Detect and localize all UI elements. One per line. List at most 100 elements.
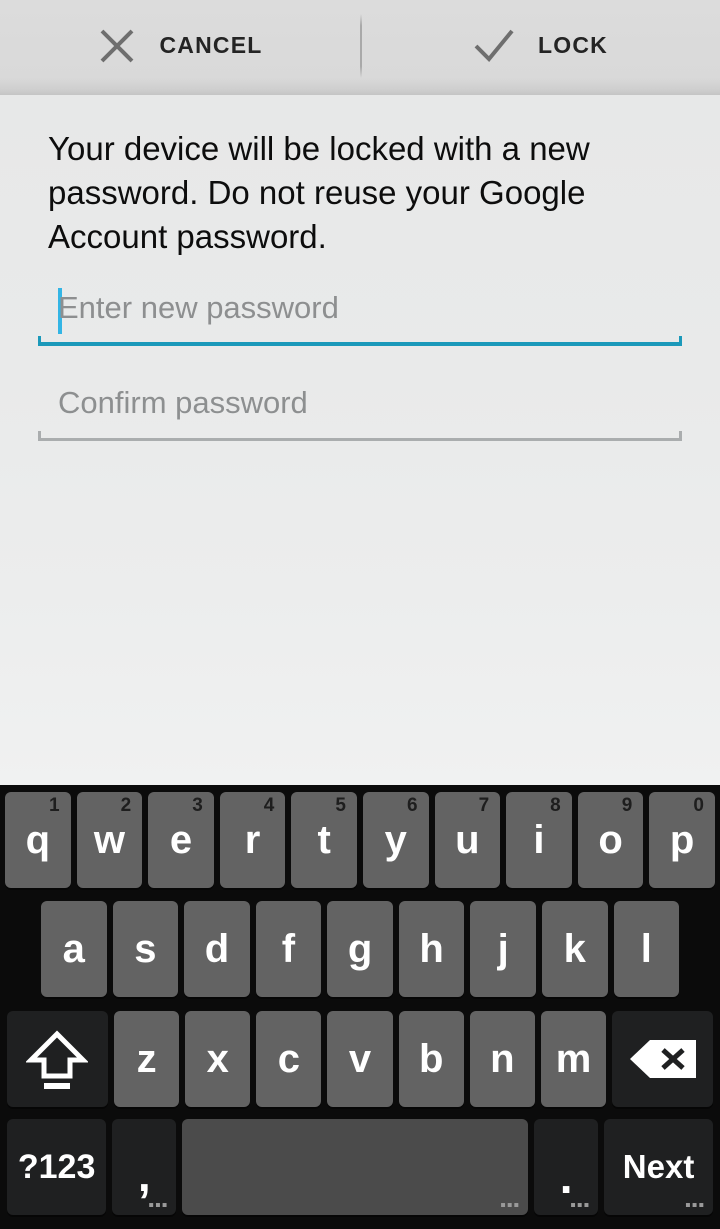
shift-icon [26, 1026, 89, 1092]
key-z[interactable]: z [113, 1011, 180, 1107]
backspace-key[interactable] [612, 1011, 714, 1107]
key-s[interactable]: s [112, 901, 179, 997]
key-z-label: z [136, 1036, 157, 1081]
key-i-label: i [533, 817, 545, 862]
key-b[interactable]: b [398, 1011, 464, 1107]
key-m-label: m [555, 1036, 592, 1081]
action-bar: CANCEL LOCK [0, 0, 720, 95]
key-g[interactable]: g [327, 901, 393, 997]
keyboard-row-2: a s d f g h j k l [0, 893, 720, 1003]
key-r-sup: 4 [263, 795, 275, 816]
key-y-sup: 6 [406, 795, 418, 816]
key-d[interactable]: d [184, 901, 250, 997]
key-k[interactable]: k [541, 901, 608, 997]
lock-button[interactable]: LOCK [360, 0, 720, 91]
key-n-label: n [490, 1036, 515, 1081]
key-t-sup: 5 [335, 795, 346, 816]
cancel-button-label: CANCEL [159, 32, 263, 58]
comma-key[interactable]: , ▪▪▪ [112, 1119, 177, 1215]
comma-key-hint: ▪▪▪ [148, 1197, 169, 1214]
android-screen: CANCEL LOCK Your device will be locked w… [0, 0, 720, 1229]
period-key-label: . [559, 1151, 573, 1203]
key-p[interactable]: 0p [649, 792, 715, 888]
key-k-label: k [563, 926, 586, 971]
key-s-label: s [134, 926, 157, 971]
new-password-placeholder: Enter new password [58, 290, 339, 325]
key-e-sup: 3 [192, 795, 203, 816]
key-a[interactable]: a [41, 901, 107, 997]
lock-button-label: LOCK [538, 32, 608, 58]
confirm-password-field[interactable]: Confirm password [38, 375, 682, 441]
key-e[interactable]: 3e [148, 792, 214, 888]
key-i-sup: 8 [550, 795, 561, 816]
key-t-label: t [317, 817, 331, 862]
key-q-sup: 1 [49, 795, 60, 816]
check-icon [472, 26, 516, 66]
key-c[interactable]: c [256, 1011, 322, 1107]
key-j[interactable]: j [470, 901, 536, 997]
key-o-sup: 9 [621, 795, 633, 816]
key-a-label: a [62, 926, 85, 971]
key-l-label: l [640, 926, 652, 971]
key-t[interactable]: 5t [291, 792, 357, 888]
confirm-password-placeholder: Confirm password [58, 385, 308, 420]
key-r-label: r [244, 817, 261, 862]
new-password-field[interactable]: Enter new password [38, 280, 682, 346]
key-n[interactable]: n [469, 1011, 535, 1107]
content-area: Your device will be locked with a new pa… [0, 95, 720, 785]
key-r[interactable]: 4r [219, 792, 286, 888]
key-q-label: q [25, 817, 51, 862]
key-u-sup: 7 [478, 795, 490, 816]
key-v-label: v [348, 1036, 372, 1081]
key-d-label: d [204, 926, 230, 971]
key-w[interactable]: 2w [76, 792, 143, 888]
symbols-key[interactable]: ?123 [7, 1119, 107, 1215]
key-y[interactable]: 6y [362, 792, 429, 888]
next-key-label: Next [622, 1148, 695, 1185]
next-key[interactable]: Next ▪▪▪ [604, 1119, 713, 1215]
key-o[interactable]: 9o [577, 792, 644, 888]
key-i[interactable]: 8i [506, 792, 572, 888]
key-u[interactable]: 7u [434, 792, 501, 888]
keyboard-row-1: 1q 2w 3e 4r 5t 6y 7u 8i 9o 0p [0, 785, 720, 893]
shift-key[interactable] [7, 1011, 108, 1107]
key-h-label: h [419, 926, 444, 971]
key-x[interactable]: x [185, 1011, 251, 1107]
key-g-label: g [347, 926, 373, 971]
key-p-label: p [669, 817, 695, 862]
keyboard-row-3: z x c v b n m [0, 1003, 720, 1113]
keyboard-row-4: ?123 , ▪▪▪ ▪▪▪ . ▪▪▪ Next ▪▪▪ [0, 1113, 720, 1223]
close-icon [97, 26, 137, 66]
action-bar-divider [360, 14, 362, 78]
period-key[interactable]: . ▪▪▪ [534, 1119, 599, 1215]
space-key[interactable]: ▪▪▪ [182, 1119, 529, 1215]
key-u-label: u [455, 817, 480, 862]
cancel-button[interactable]: CANCEL [0, 0, 360, 91]
key-f[interactable]: f [255, 901, 322, 997]
key-e-label: e [169, 817, 193, 862]
next-key-hint: ▪▪▪ [684, 1197, 705, 1214]
key-v[interactable]: v [327, 1011, 393, 1107]
comma-key-label: , [137, 1149, 151, 1201]
key-x-label: x [206, 1036, 229, 1081]
description-text: Your device will be locked with a new pa… [48, 130, 590, 255]
key-y-label: y [384, 817, 407, 862]
key-f-label: f [281, 926, 296, 971]
backspace-icon [628, 1036, 698, 1082]
key-w-label: w [93, 817, 125, 862]
key-w-sup: 2 [120, 795, 132, 816]
key-h[interactable]: h [398, 901, 465, 997]
symbols-key-label: ?123 [17, 1147, 96, 1186]
key-c-label: c [277, 1036, 300, 1081]
key-b-label: b [418, 1036, 444, 1081]
space-key-hint: ▪▪▪ [500, 1197, 521, 1214]
key-m[interactable]: m [540, 1011, 607, 1107]
key-j-label: j [497, 926, 509, 971]
confirm-password-underline [38, 431, 682, 441]
key-o-label: o [598, 817, 623, 862]
key-q[interactable]: 1q [5, 792, 71, 888]
key-p-sup: 0 [693, 795, 704, 816]
new-password-underline [38, 336, 682, 346]
onscreen-keyboard: 1q 2w 3e 4r 5t 6y 7u 8i 9o 0p a s d f g … [0, 785, 720, 1229]
key-l[interactable]: l [613, 901, 680, 997]
